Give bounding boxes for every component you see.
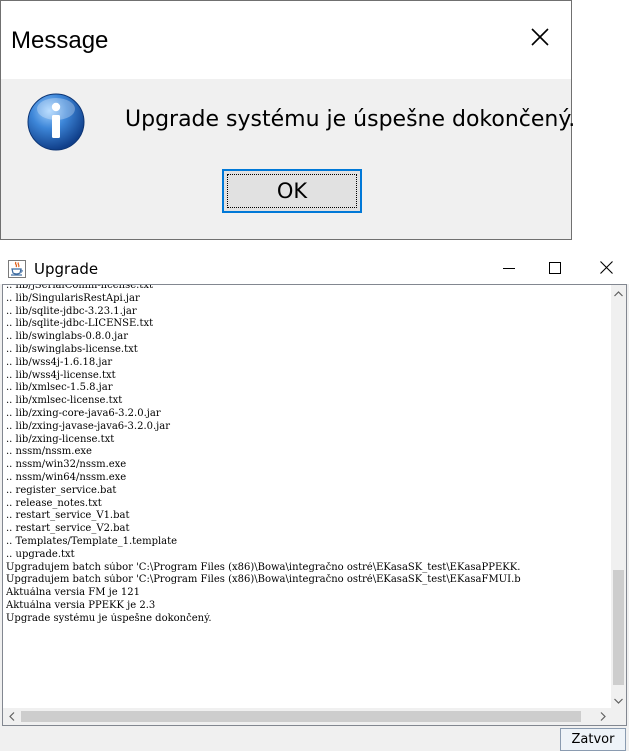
scroll-up-arrow-icon[interactable] <box>611 285 626 302</box>
log-line: .. lib/swinglabs-license.txt <box>6 343 138 355</box>
log-line: .. lib/xmlsec-license.txt <box>6 395 123 407</box>
log-line: .. lib/SingularisRestApi.jar <box>6 292 140 304</box>
zatvor-button-label: Zatvor <box>571 732 615 747</box>
horizontal-scroll-thumb[interactable] <box>21 711 581 722</box>
message-text: Upgrade systému je úspešne dokončený. <box>125 107 576 132</box>
message-dialog: Message Upgrade systému je úspešne dokon… <box>0 0 576 240</box>
horizontal-scrollbar[interactable] <box>3 708 611 725</box>
log-line: .. lib/jSerialComm-license.txt <box>6 284 153 291</box>
log-lines: .. lib/jSerialComm-license.txt.. lib/Sin… <box>6 284 612 708</box>
message-close-button[interactable] <box>513 15 567 59</box>
scrollbar-corner <box>611 708 626 725</box>
log-line: .. upgrade.txt <box>6 548 75 560</box>
message-title: Message <box>11 27 109 54</box>
scroll-right-arrow-icon[interactable] <box>594 708 611 725</box>
log-line: .. Templates/Template_1.template <box>6 535 178 547</box>
log-line: Upgrade systému je úspešne dokončený. <box>6 612 212 624</box>
upgrade-window: Upgrade .. lib/jSerialComm-license.txt..… <box>0 251 629 751</box>
log-line: Aktuálna versia PPEKK je 2.3 <box>6 599 156 611</box>
log-line: .. restart_service_V1.bat <box>6 510 130 522</box>
scroll-down-arrow-icon[interactable] <box>611 692 626 709</box>
log-line: .. nssm/win64/nssm.exe <box>6 471 127 483</box>
scroll-left-arrow-icon[interactable] <box>3 708 20 725</box>
log-line: .. nssm/nssm.exe <box>6 446 92 458</box>
log-line: .. lib/wss4j-1.6.18.jar <box>6 356 113 368</box>
log-line: .. release_notes.txt <box>6 497 102 509</box>
log-line: .. lib/zxing-license.txt <box>6 433 115 445</box>
log-line: .. lib/zxing-core-java6-3.2.0.jar <box>6 407 161 419</box>
log-line: .. nssm/win32/nssm.exe <box>6 459 127 471</box>
upgrade-title: Upgrade <box>34 260 99 278</box>
log-line: .. lib/zxing-javase-java6-3.2.0.jar <box>6 420 171 432</box>
close-icon <box>599 261 613 274</box>
log-line: Upgradujem batch súbor 'C:\Program Files… <box>6 561 521 573</box>
ok-button[interactable]: OK <box>222 169 362 213</box>
window-close-button[interactable] <box>583 251 629 284</box>
ok-button-label: OK <box>276 179 308 203</box>
vertical-scroll-thumb[interactable] <box>613 570 624 685</box>
minimize-icon <box>503 267 515 269</box>
log-line: .. lib/swinglabs-0.8.0.jar <box>6 331 128 343</box>
info-icon <box>27 93 85 151</box>
log-line: .. lib/sqlite-jdbc-3.23.1.jar <box>6 305 137 317</box>
log-line: .. register_service.bat <box>6 484 117 496</box>
maximize-button[interactable] <box>532 251 578 284</box>
log-line: Upgradujem batch súbor 'C:\Program Files… <box>6 574 521 586</box>
log-line: .. lib/xmlsec-1.5.8.jar <box>6 382 113 394</box>
minimize-button[interactable] <box>486 251 532 284</box>
upgrade-titlebar: Upgrade <box>0 251 629 284</box>
log-line: Aktuálna versia FM je 121 <box>6 587 140 599</box>
log-text-area[interactable]: .. lib/jSerialComm-license.txt.. lib/Sin… <box>2 284 627 726</box>
message-titlebar: Message <box>1 1 571 79</box>
log-line: .. restart_service_V2.bat <box>6 523 130 535</box>
maximize-icon <box>549 261 561 274</box>
log-line: .. lib/wss4j-license.txt <box>6 369 116 381</box>
close-icon <box>531 28 549 46</box>
log-line: .. lib/sqlite-jdbc-LICENSE.txt <box>6 318 154 330</box>
zatvor-button[interactable]: Zatvor <box>560 728 626 751</box>
vertical-scrollbar[interactable] <box>611 285 626 709</box>
java-cup-icon <box>8 260 26 278</box>
